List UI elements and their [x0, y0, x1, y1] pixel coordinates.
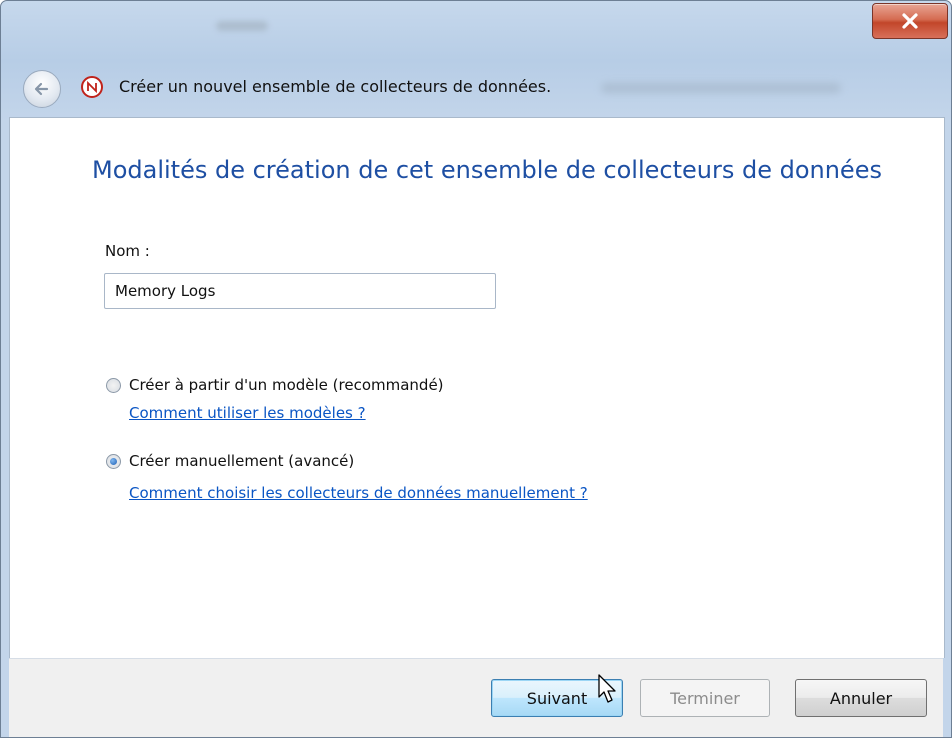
- page-heading: Modalités de création de cet ensemble de…: [92, 156, 882, 184]
- wizard-title: Créer un nouvel ensemble de collecteurs …: [119, 77, 552, 96]
- cancel-button[interactable]: Annuler: [795, 679, 927, 717]
- back-arrow-icon: [34, 82, 49, 96]
- finish-button[interactable]: Terminer: [640, 679, 770, 717]
- help-link-templates[interactable]: Comment utiliser les modèles ?: [129, 404, 366, 422]
- mouse-cursor-icon: [598, 674, 616, 703]
- radio-option-template[interactable]: Créer à partir d'un modèle (recommandé): [106, 376, 444, 394]
- performance-monitor-icon: [81, 76, 103, 98]
- title-bar: [1, 1, 951, 57]
- title-bar-blurred-text: [216, 21, 268, 31]
- wizard-header: Créer un nouvel ensemble de collecteurs …: [1, 57, 951, 117]
- back-button[interactable]: [23, 70, 61, 108]
- radio-option-manual[interactable]: Créer manuellement (avancé): [106, 452, 354, 470]
- radio-template[interactable]: [106, 377, 121, 393]
- wizard-content: Modalités de création de cet ensemble de…: [9, 117, 945, 658]
- help-link-manual[interactable]: Comment choisir les collecteurs de donné…: [129, 484, 588, 502]
- wizard-window: Créer un nouvel ensemble de collecteurs …: [0, 0, 952, 738]
- name-label: Nom :: [105, 242, 150, 260]
- radio-manual[interactable]: [106, 453, 121, 469]
- name-input[interactable]: [104, 273, 496, 309]
- close-button[interactable]: [872, 3, 948, 39]
- wizard-footer: Suivant Terminer Annuler: [9, 658, 943, 737]
- close-icon: [902, 13, 918, 29]
- radio-template-label: Créer à partir d'un modèle (recommandé): [129, 376, 444, 394]
- radio-manual-label: Créer manuellement (avancé): [129, 452, 355, 470]
- header-blurred-text: [601, 83, 841, 93]
